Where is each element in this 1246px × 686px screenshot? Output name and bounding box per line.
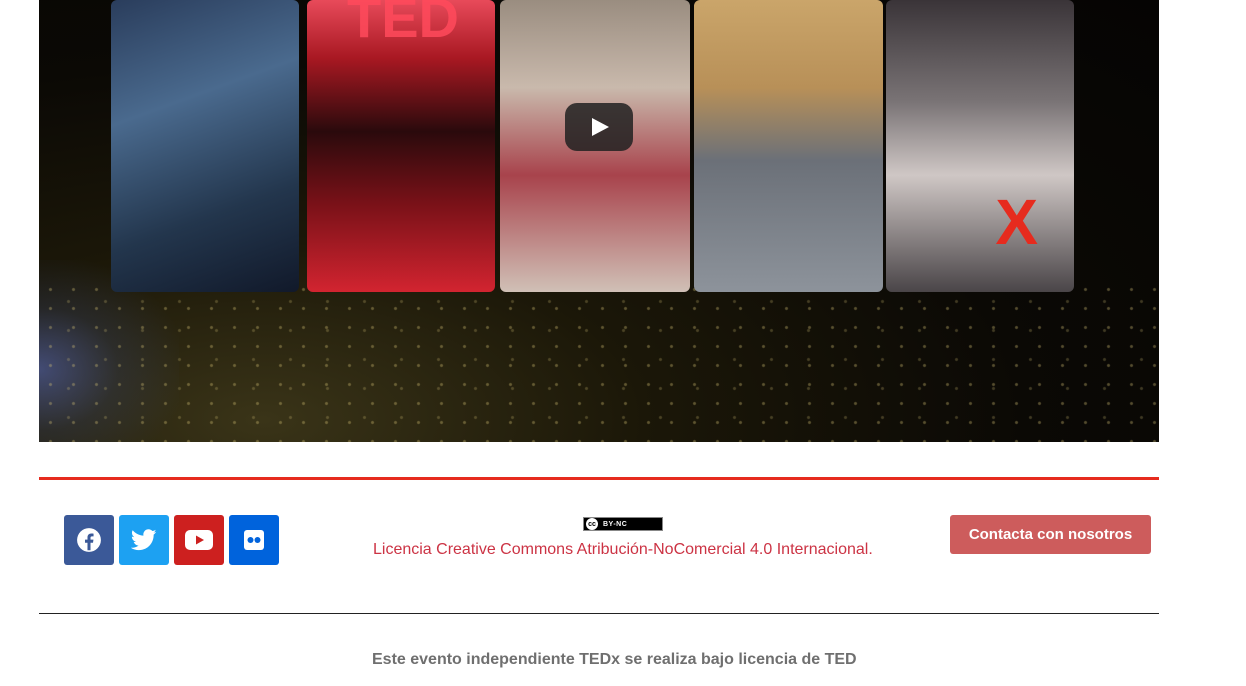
play-button[interactable] bbox=[565, 103, 633, 151]
cc-icon: cc bbox=[586, 518, 598, 530]
license-link[interactable]: Licencia Creative Commons Atribución-NoC… bbox=[373, 541, 873, 559]
video-panel-speaker bbox=[111, 0, 299, 292]
facebook-link[interactable] bbox=[64, 515, 114, 565]
youtube-icon bbox=[185, 530, 213, 550]
twitter-link[interactable] bbox=[119, 515, 169, 565]
creative-commons-badge[interactable]: cc BY-NC bbox=[583, 517, 663, 531]
section-divider-thin bbox=[39, 613, 1159, 614]
twitter-icon bbox=[131, 529, 157, 551]
video-panel-child-speaker bbox=[694, 0, 883, 292]
section-divider-red bbox=[39, 477, 1159, 480]
flickr-link[interactable] bbox=[229, 515, 279, 565]
video-panel-audience: TED bbox=[307, 0, 495, 292]
video-panel-x-letter: X bbox=[995, 186, 1038, 258]
facebook-icon bbox=[77, 528, 101, 552]
flickr-icon bbox=[244, 530, 264, 550]
video-sparkles bbox=[39, 280, 1159, 442]
contact-button[interactable]: Contacta con nosotros bbox=[950, 515, 1151, 554]
video-panel-cheering: X bbox=[886, 0, 1074, 292]
video-embed[interactable]: TED X bbox=[39, 0, 1159, 442]
youtube-link[interactable] bbox=[174, 515, 224, 565]
footer-license-note: Este evento independiente TEDx se realiz… bbox=[372, 651, 857, 668]
cc-badge-label: BY-NC bbox=[603, 520, 628, 528]
video-panel-ted-letters: TED bbox=[347, 0, 459, 49]
